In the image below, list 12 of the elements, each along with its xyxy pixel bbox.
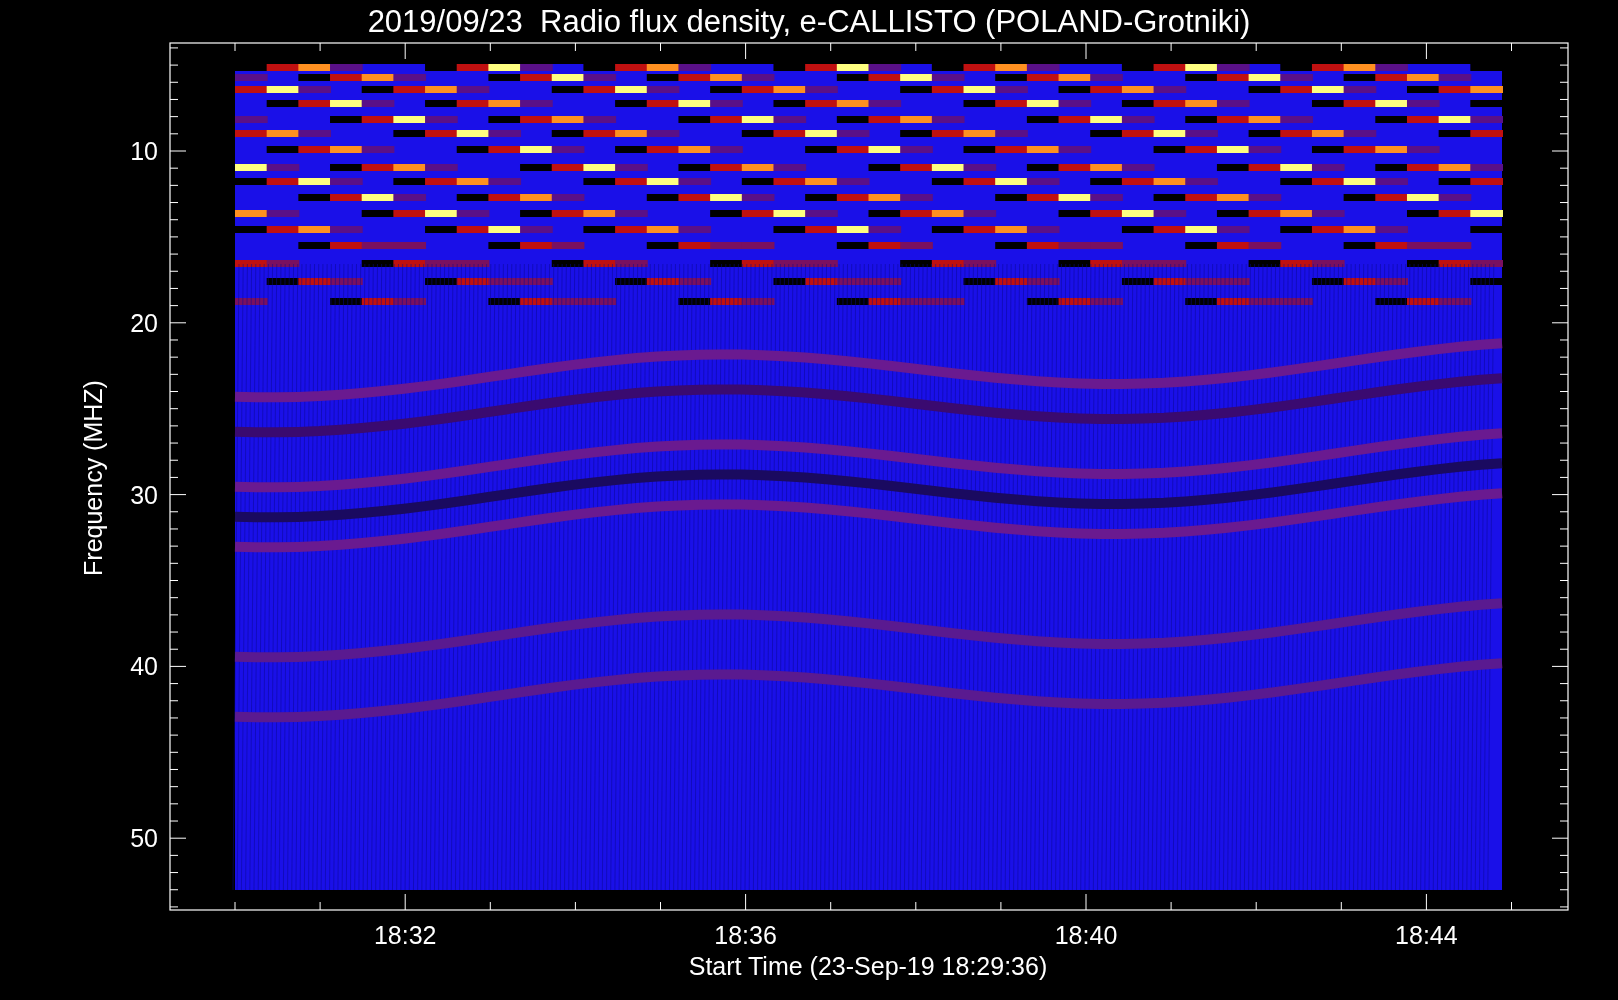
x-tick-label: 18:36 [714,921,777,949]
x-tick-label: 18:32 [373,921,437,949]
x-axis-title: Start Time (23-Sep-19 18:29:36) [688,952,1048,980]
y-tick-label: 20 [130,308,158,337]
chart-title: 2019/09/23 Radio flux density, e-CALLISTO (POLAND-Grotniki) [367,4,1251,39]
y-axis-title: Frequency (MHZ) [79,380,107,576]
y-tick-label: 50 [130,824,158,853]
x-tick-label: 18:40 [1054,921,1118,949]
y-tick-label: 10 [130,137,158,165]
x-tick-label: 18:44 [1395,921,1458,949]
y-tick-label: 40 [130,652,158,681]
y-tick-label: 30 [130,480,158,509]
